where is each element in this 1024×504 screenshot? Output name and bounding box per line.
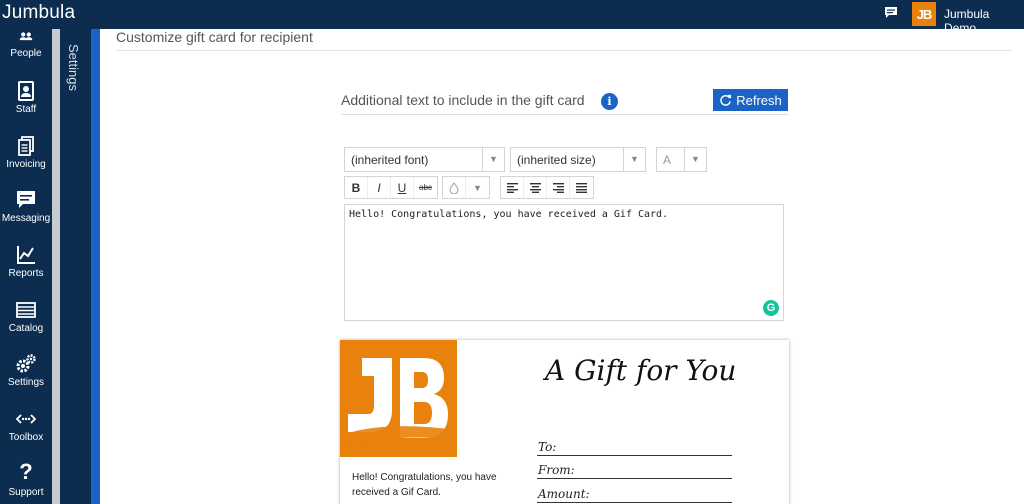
text-color-icon: A: [663, 153, 672, 167]
nav-label: Staff: [15, 104, 37, 115]
messaging-icon: [17, 191, 35, 208]
card-field-from: From:: [537, 457, 732, 479]
invoicing-icon: [18, 136, 34, 156]
highlight-button[interactable]: [443, 177, 466, 198]
nav-item-toolbox[interactable]: Toolbox: [0, 409, 52, 443]
people-icon: [19, 32, 33, 41]
nav-item-settings[interactable]: Settings: [0, 354, 52, 388]
jb-logo: [340, 340, 457, 457]
top-bar: Jumbula JB Jumbula Demo: [0, 0, 1024, 35]
nav-label: Invoicing: [6, 159, 46, 170]
nav-item-staff[interactable]: Staff: [0, 81, 52, 115]
align-right-button[interactable]: [547, 177, 570, 198]
settings-panel[interactable]: [60, 29, 91, 504]
toolbox-icon: [16, 414, 36, 424]
size-select[interactable]: (inherited size) ▼: [510, 147, 646, 172]
panel-divider: [91, 29, 100, 504]
title-divider: [116, 50, 1012, 51]
nav-item-catalog[interactable]: Catalog: [0, 300, 52, 334]
align-center-icon: [529, 182, 541, 193]
nav-item-support[interactable]: ? Support: [0, 459, 52, 499]
settings-panel-label: Settings: [66, 44, 81, 91]
nav-item-invoicing[interactable]: Invoicing: [0, 136, 52, 170]
card-field-label: To:: [538, 440, 557, 454]
nav-label: Toolbox: [8, 432, 44, 443]
catalog-icon: [16, 302, 36, 318]
chat-icon[interactable]: [884, 6, 898, 19]
justify-icon: [576, 182, 587, 193]
underline-button[interactable]: U: [391, 177, 414, 198]
text-color-select[interactable]: A ▼: [656, 147, 707, 172]
nav-scrollbar[interactable]: [52, 29, 60, 504]
italic-button[interactable]: I: [368, 177, 391, 198]
gear-icon: [16, 354, 36, 373]
chevron-down-icon: ▼: [482, 148, 504, 171]
info-icon[interactable]: i: [601, 93, 618, 110]
nav-item-messaging[interactable]: Messaging: [0, 190, 52, 224]
card-field-label: Amount:: [538, 487, 590, 501]
nav-label: Messaging: [1, 213, 51, 224]
jb-logo-mark: [340, 358, 457, 450]
size-select-value: (inherited size): [517, 153, 596, 167]
nav-label: Support: [8, 487, 44, 498]
align-group: [500, 176, 594, 199]
font-select[interactable]: (inherited font) ▼: [344, 147, 505, 172]
grammarly-icon[interactable]: G: [763, 300, 779, 316]
account-name[interactable]: Jumbula Demo: [944, 7, 1024, 35]
chevron-down-icon: ▼: [623, 148, 645, 171]
strikethrough-button[interactable]: abc: [414, 177, 437, 198]
format-group: B I U abc: [344, 176, 438, 199]
card-field-label: From:: [538, 463, 575, 477]
font-select-value: (inherited font): [351, 153, 429, 167]
card-field-to: To:: [537, 434, 732, 456]
left-nav: People Staff Invoicing Messaging Reports…: [0, 29, 52, 504]
reports-icon: [17, 246, 35, 264]
section-title: Additional text to include in the gift c…: [341, 92, 585, 108]
align-center-button[interactable]: [524, 177, 547, 198]
brand-name[interactable]: Jumbula: [2, 2, 75, 24]
align-left-button[interactable]: [501, 177, 524, 198]
droplet-icon: [449, 181, 459, 194]
nav-item-reports[interactable]: Reports: [0, 245, 52, 279]
highlight-group: ▼: [442, 176, 490, 199]
card-heading: A Gift for You: [545, 354, 737, 387]
account-logo[interactable]: JB: [912, 2, 936, 26]
card-message: Hello! Congratulations, you have receive…: [352, 472, 497, 498]
align-left-icon: [506, 182, 518, 193]
refresh-button[interactable]: Refresh: [713, 89, 788, 111]
align-right-icon: [552, 182, 564, 193]
nav-label: Settings: [7, 377, 45, 388]
card-field-amount: Amount:: [537, 481, 732, 503]
nav-label: People: [10, 48, 42, 59]
justify-button[interactable]: [570, 177, 593, 198]
refresh-icon: [720, 94, 732, 106]
nav-label: Reports: [8, 268, 44, 279]
staff-icon: [18, 81, 34, 101]
editor-content: Hello! Congratulations, you have receive…: [349, 209, 669, 220]
page-title: Customize gift card for recipient: [116, 29, 313, 45]
refresh-label: Refresh: [736, 92, 782, 108]
gift-text-editor[interactable]: Hello! Congratulations, you have receive…: [344, 204, 784, 321]
question-icon: ?: [19, 459, 33, 484]
chevron-down-icon[interactable]: ▼: [466, 177, 489, 198]
bold-button[interactable]: B: [345, 177, 368, 198]
section-divider: [341, 114, 788, 115]
chevron-down-icon: ▼: [684, 148, 706, 171]
nav-label: Catalog: [8, 323, 44, 334]
nav-item-people[interactable]: People: [0, 31, 52, 59]
